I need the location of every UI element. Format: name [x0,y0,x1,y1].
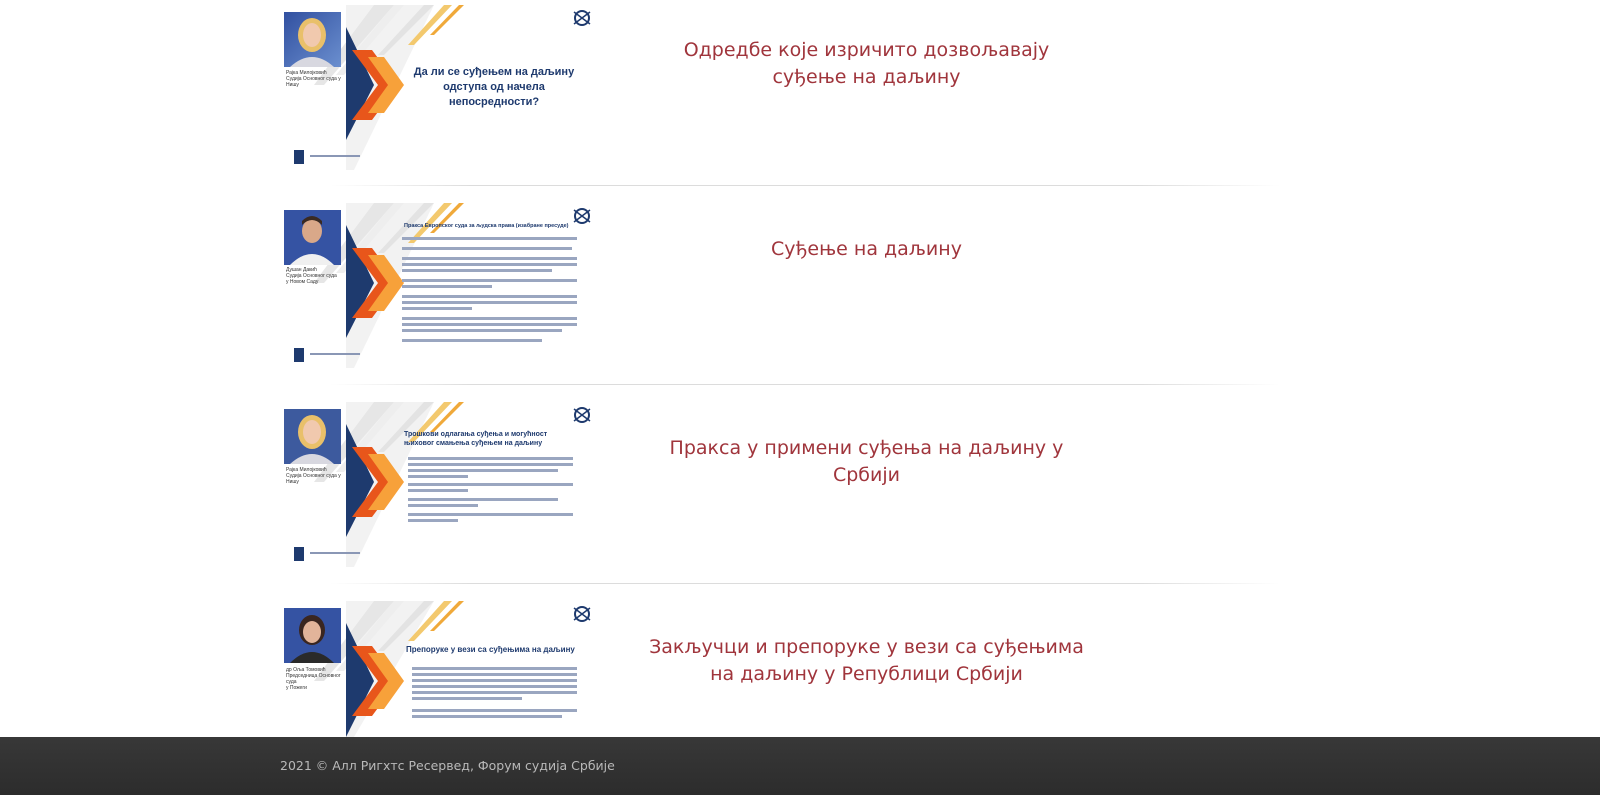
speaker-caption: Рајка Милојковић Судија Основног суда у … [286,70,341,88]
video-title[interactable]: Одредбе које изричито дозвољавају суђење… [644,37,1089,91]
video-thumbnail[interactable]: Рајка Милојковић Судија Основног суда у … [284,402,606,567]
org-logo-icon [294,348,304,362]
video-item[interactable]: Рајка Милојковић Судија Основног суда у … [284,402,1284,567]
org-logo-icon [294,547,304,561]
org-logo-icon [294,150,304,164]
video-item[interactable]: Душан Дакић Судија Основног суда у Новом… [284,203,1284,368]
divider [330,583,1280,584]
speaker-caption: Рајка Милојковић Судија Основног суда у … [286,467,341,485]
divider [330,384,1280,385]
video-title[interactable]: Закључци и препоруке у вези са суђењима … [644,634,1089,688]
speaker-caption: Душан Дакић Судија Основног суда у Новом… [286,267,337,285]
footer: 2021 © Алл Ригхтс Ресервед, Форум судија… [0,737,1600,795]
video-thumbnail[interactable]: Душан Дакић Судија Основног суда у Новом… [284,203,606,368]
copyright-text: 2021 © Алл Ригхтс Ресервед, Форум судија… [280,758,615,773]
video-title[interactable]: Пракса у примени суђења на даљину у Срби… [644,435,1089,489]
slide-heading: Трошкови одлагања суђења и могућност њих… [404,431,548,447]
slide-heading: Да ли се суђењем на даљину одступа од на… [413,66,575,108]
slide-heading: Препоруке у вези са суђењима на даљину [406,645,575,654]
video-thumbnail[interactable]: др Оља Томовић Председница Основног суда… [284,601,606,737]
video-title[interactable]: Суђење на даљину [644,236,1089,263]
divider [330,185,1280,186]
video-thumbnail[interactable]: Рајка Милојковић Судија Основног суда у … [284,5,606,170]
video-item[interactable]: Рајка Милојковић Судија Основног суда у … [284,5,1284,170]
slide-heading: Пракса Европског суда за људска права (и… [404,223,569,229]
speaker-caption: др Оља Томовић Председница Основног суда… [286,667,341,691]
